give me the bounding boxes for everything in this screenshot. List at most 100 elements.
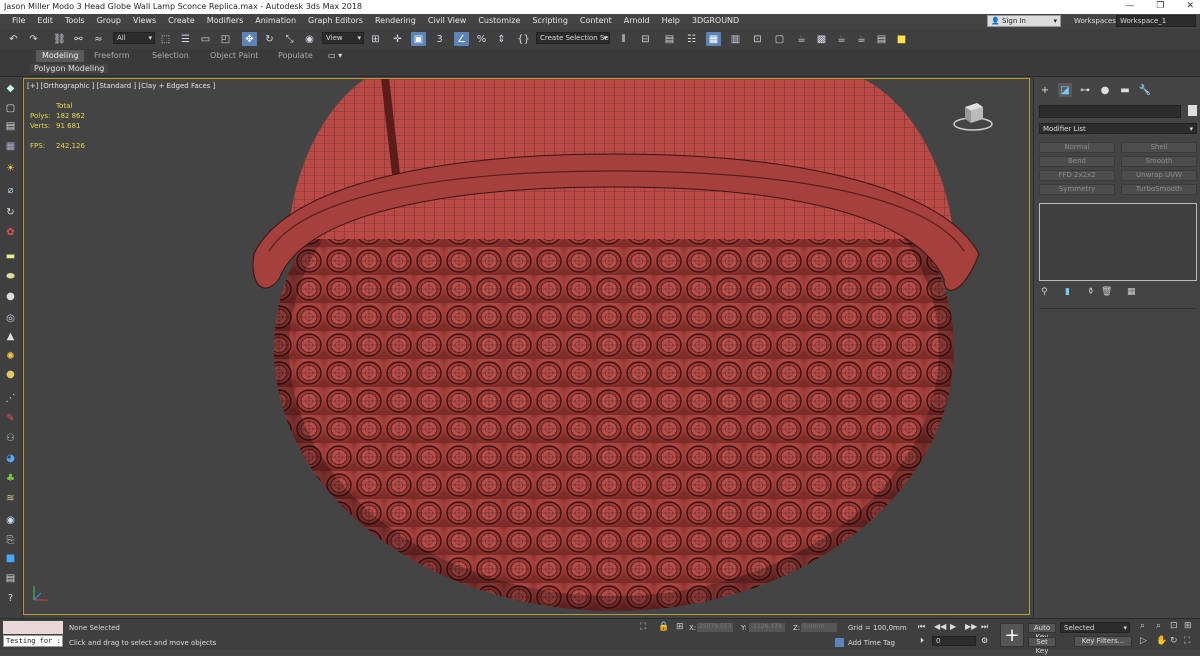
next-frame-icon[interactable]: ▶▶ — [965, 622, 977, 631]
layer-icon[interactable]: ▤ — [3, 120, 18, 133]
close-button[interactable]: ✕ — [1186, 1, 1194, 11]
menu-animation[interactable]: Animation — [249, 16, 302, 25]
modifier-unwrap-uvw-button[interactable]: Unwrap UVW — [1121, 170, 1197, 181]
schematic-view-icon[interactable]: ⊡ — [750, 32, 765, 46]
select-and-rotate-icon[interactable]: ↻ — [262, 32, 277, 46]
create-tab-icon[interactable]: + — [1038, 83, 1052, 97]
current-frame-field[interactable]: 0 — [932, 636, 976, 646]
select-and-scale-icon[interactable]: ⤡ — [282, 32, 297, 46]
menu-modifiers[interactable]: Modifiers — [201, 16, 250, 25]
menu-scripting[interactable]: Scripting — [526, 16, 574, 25]
modifier-turbosmooth-button[interactable]: TurboSmooth — [1121, 184, 1197, 195]
bind-space-warp-icon[interactable]: ≈ — [91, 32, 106, 46]
named-selection-set-dropdown[interactable]: Create Selection Se ▾ — [536, 32, 610, 44]
modify-tab-icon[interactable]: ◪ — [1058, 83, 1072, 97]
motion-tab-icon[interactable]: ● — [1098, 83, 1112, 97]
globe-icon[interactable]: ◕ — [3, 452, 18, 465]
key-filters-button[interactable]: Key Filters... — [1074, 636, 1132, 647]
edit-named-selection-icon[interactable]: {} — [516, 32, 531, 46]
menu-file[interactable]: File — [6, 16, 31, 25]
media-icon[interactable]: ■ — [3, 552, 18, 565]
ribbon-options-icon[interactable]: ▭ ▾ — [328, 51, 342, 60]
spacewarp-icon[interactable]: ✿ — [3, 226, 18, 239]
keyboard-shortcut-override-icon[interactable]: ▣ — [411, 32, 426, 46]
x-coordinate-field[interactable]: 25879,553 — [697, 623, 733, 632]
angle-snap-icon[interactable]: ∠ — [454, 32, 469, 46]
help-icon[interactable]: ? — [3, 592, 18, 605]
menu-content[interactable]: Content — [574, 16, 618, 25]
zoom-all-icon[interactable]: ⌕ — [1156, 621, 1161, 631]
box-icon[interactable]: ▬ — [3, 250, 18, 263]
sun-icon[interactable]: ✺ — [3, 350, 18, 363]
viewcube-icon[interactable] — [953, 99, 993, 133]
time-config-icon[interactable]: ⚙ — [981, 636, 988, 645]
tab-freeform[interactable]: Freeform — [94, 51, 130, 60]
menu-customize[interactable]: Customize — [472, 16, 526, 25]
redo-icon[interactable]: ↷ — [26, 32, 41, 46]
play-icon[interactable]: ▶ — [950, 622, 956, 631]
object-name-field[interactable] — [1039, 105, 1181, 118]
make-unique-icon[interactable]: ⚱ — [1087, 287, 1095, 297]
curve-editor-icon[interactable]: ▥ — [728, 32, 743, 46]
add-time-tag[interactable]: Add Time Tag — [848, 639, 895, 647]
absolute-mode-icon[interactable]: ⊞ — [676, 622, 684, 632]
hierarchy-tab-icon[interactable]: ⊶ — [1078, 83, 1092, 97]
rectangle-selection-icon[interactable]: ▭ — [198, 32, 213, 46]
light-icon[interactable]: ☀ — [3, 162, 18, 175]
reference-coordinate-dropdown[interactable]: View ▾ — [322, 32, 364, 44]
menu-help[interactable]: Help — [656, 16, 686, 25]
set-key-button[interactable]: Set Key — [1028, 637, 1056, 655]
sign-in-dropdown[interactable]: 👤 Sign In ▾ — [987, 15, 1061, 27]
camera-icon[interactable]: ⌀ — [3, 184, 18, 197]
time-tag-icon[interactable] — [835, 638, 844, 647]
tab-populate[interactable]: Populate — [278, 51, 313, 60]
pivot-center-icon[interactable]: ⊞ — [368, 32, 383, 46]
y-coordinate-field[interactable]: -1126,478 — [749, 623, 785, 632]
torus-icon[interactable]: ◎ — [3, 312, 18, 325]
material-sphere-icon[interactable]: ● — [3, 368, 18, 381]
percent-snap-icon[interactable]: % — [474, 32, 489, 46]
z-coordinate-field[interactable]: 0,0mm — [801, 623, 837, 632]
workspace-dropdown[interactable]: Workspace_1 — [1116, 15, 1196, 27]
zoom-extents-icon[interactable]: ⊡ — [1170, 621, 1178, 631]
pan-icon[interactable]: ✋ — [1156, 636, 1167, 646]
select-and-place-icon[interactable]: ◉ — [302, 32, 317, 46]
undo-icon[interactable]: ↶ — [6, 32, 21, 46]
lamp-globe-mesh[interactable] — [24, 79, 1030, 615]
tab-object-paint[interactable]: Object Paint — [210, 51, 258, 60]
isolate-selection-icon[interactable]: ⛶ — [640, 622, 646, 632]
object-color-swatch[interactable] — [1188, 105, 1197, 116]
zoom-extents-all-icon[interactable]: ⊞ — [1184, 621, 1192, 631]
select-by-name-icon[interactable]: ☰ — [178, 32, 193, 46]
modifier-ffd-button[interactable]: FFD 2x2x2 — [1039, 170, 1115, 181]
go-to-start-icon[interactable]: ⏮ — [918, 622, 925, 632]
scene-explorer-icon[interactable]: ▤ — [662, 32, 677, 46]
scene-explorer-icon[interactable]: ▢ — [3, 102, 18, 115]
snaps-toggle-icon[interactable]: 3 — [432, 32, 447, 46]
key-mode-icon[interactable]: ⏵ — [920, 636, 924, 646]
link-icon[interactable]: ⛓ — [52, 32, 67, 46]
hair-icon[interactable]: ≋ — [3, 492, 18, 505]
render-setup-icon[interactable]: ☕ — [794, 32, 809, 46]
display-tab-icon[interactable]: ▬ — [1118, 83, 1132, 97]
menu-create[interactable]: Create — [162, 16, 201, 25]
menu-civil-view[interactable]: Civil View — [422, 16, 473, 25]
go-to-end-icon[interactable]: ⏭ — [981, 622, 988, 632]
field-of-view-icon[interactable]: ▷ — [1140, 636, 1147, 646]
menu-graph-editors[interactable]: Graph Editors — [302, 16, 369, 25]
modifier-list-dropdown[interactable]: Modifier List ▾ — [1039, 123, 1197, 134]
explorer-icon[interactable]: ◆ — [3, 82, 18, 95]
ribbon-toggle-icon[interactable]: ▦ — [706, 32, 721, 46]
modifier-normal-button[interactable]: Normal — [1039, 142, 1115, 153]
window-crossing-icon[interactable]: ◰ — [218, 32, 233, 46]
modifier-symmetry-button[interactable]: Symmetry — [1039, 184, 1115, 195]
minimize-button[interactable]: — — [1125, 1, 1134, 11]
plane-icon[interactable]: ⬬ — [3, 270, 18, 283]
menu-3dground[interactable]: 3DGROUND — [686, 16, 745, 25]
mirror-icon[interactable]: ⫴ — [616, 32, 631, 46]
polygon-modeling-label[interactable]: Polygon Modeling — [30, 64, 109, 73]
menu-arnold[interactable]: Arnold — [618, 16, 656, 25]
particles-icon[interactable]: ⋰ — [3, 392, 18, 405]
render-in-cloud-icon[interactable]: ▤ — [874, 32, 889, 46]
viewport-orthographic[interactable]: [+] [Orthographic ] [Standard ] [Clay + … — [23, 78, 1030, 615]
